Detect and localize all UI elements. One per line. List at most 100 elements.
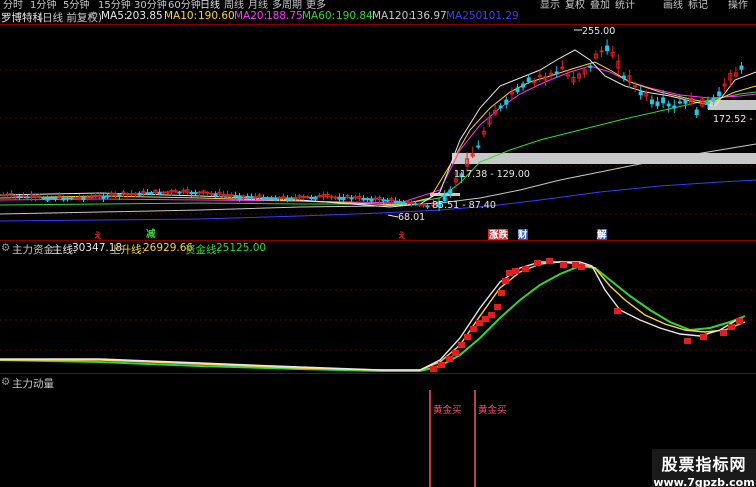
main-force-block [430,366,437,372]
high-price-label: 255.00 [582,26,615,37]
candle [577,71,582,83]
candle [621,72,626,82]
candle [233,191,238,200]
low-price-pointer [387,214,399,218]
watermark-url: www.7gpzb.com [653,476,755,487]
main-force-block [470,326,477,332]
candle [565,70,570,80]
candle [345,193,350,200]
main-line [0,261,741,371]
band2-label: 85.51 - 87.40 [432,200,496,211]
event-marker-red-1: ぇ [93,230,103,241]
event-marker-limit: 涨跌 [489,229,509,241]
candle [683,97,688,109]
main-force-block [488,312,495,318]
main-force-block [572,262,579,268]
candle [101,192,106,202]
main-force-block [494,304,501,310]
candle [700,96,705,109]
golden-buy-signals: 黄金买 黄金买 [429,390,507,487]
fund-panel-header: ⚙ 主力资金 主线: 30347.18 上升线: 26929.66 资金线: 2… [0,242,300,256]
candle [133,191,138,197]
candle [301,194,306,201]
candle [209,191,214,197]
main-force-block [728,324,735,330]
event-marker-finance: 财 [517,229,528,241]
candle [728,69,733,87]
candle [515,83,520,95]
candle [193,189,198,196]
event-marker-reduce: 减 [146,228,156,240]
candle [722,77,727,92]
candle [655,96,660,109]
signal-label-2: 黄金买 [478,404,507,416]
main-force-block [438,362,445,368]
candle [269,195,274,200]
candle [425,204,430,209]
candle [313,195,318,202]
candle [487,111,492,127]
momentum-panel-gear-icon[interactable]: ⚙ [1,376,10,388]
candle [605,39,610,55]
candle [599,46,604,57]
main-force-block [700,334,707,340]
candle [333,195,338,200]
candle [161,190,166,194]
candle [385,198,390,202]
candle [448,186,453,198]
candle [45,195,50,202]
candle [321,191,326,201]
watermark-title: 股票指标网 [661,455,747,474]
candle [297,194,302,201]
candle [373,195,378,202]
main-force-block [502,278,509,284]
fund-panel-gear-icon[interactable]: ⚙ [1,242,10,254]
candle [85,194,90,201]
candle [177,190,182,195]
main-force-block [534,260,541,266]
candle [504,96,509,109]
candle [365,197,370,203]
candle [5,191,10,198]
main-force-block [578,264,585,270]
candle [57,192,62,200]
event-marker-red-2: ぇ [397,230,407,241]
fund-line-value: 25125.00 [216,242,267,254]
candle [129,189,134,197]
momentum-panel-header: ⚙ 主力动量 [0,376,80,390]
candle [493,104,498,117]
main-force-block [458,342,465,348]
candle [627,69,632,89]
main-force-block [522,266,529,272]
candle [554,66,559,78]
candle [593,50,598,61]
candle [361,195,366,202]
candle [217,188,222,198]
candle [141,188,146,197]
grid-lines [0,69,756,351]
candle [543,72,548,86]
candle [157,188,162,196]
band1-label: 117.38 - 129.00 [454,169,530,180]
main-force-block [476,320,483,326]
candle [644,89,649,102]
candle [377,195,382,203]
candlesticks [1,39,744,212]
candle [397,199,402,205]
candle [739,62,744,74]
main-force-block [546,258,553,264]
candle [17,195,22,200]
main-force-block [736,318,743,324]
candle [666,100,671,113]
candle [185,186,190,195]
candle [582,67,587,78]
fund-line [0,264,746,372]
signal-label-1: 黄金买 [433,404,462,416]
candle [421,202,426,208]
main-force-block [512,268,519,274]
main-force-block [506,270,513,276]
candle [149,191,154,196]
candle [125,192,130,199]
candle [571,71,576,86]
main-force-block [446,356,453,362]
